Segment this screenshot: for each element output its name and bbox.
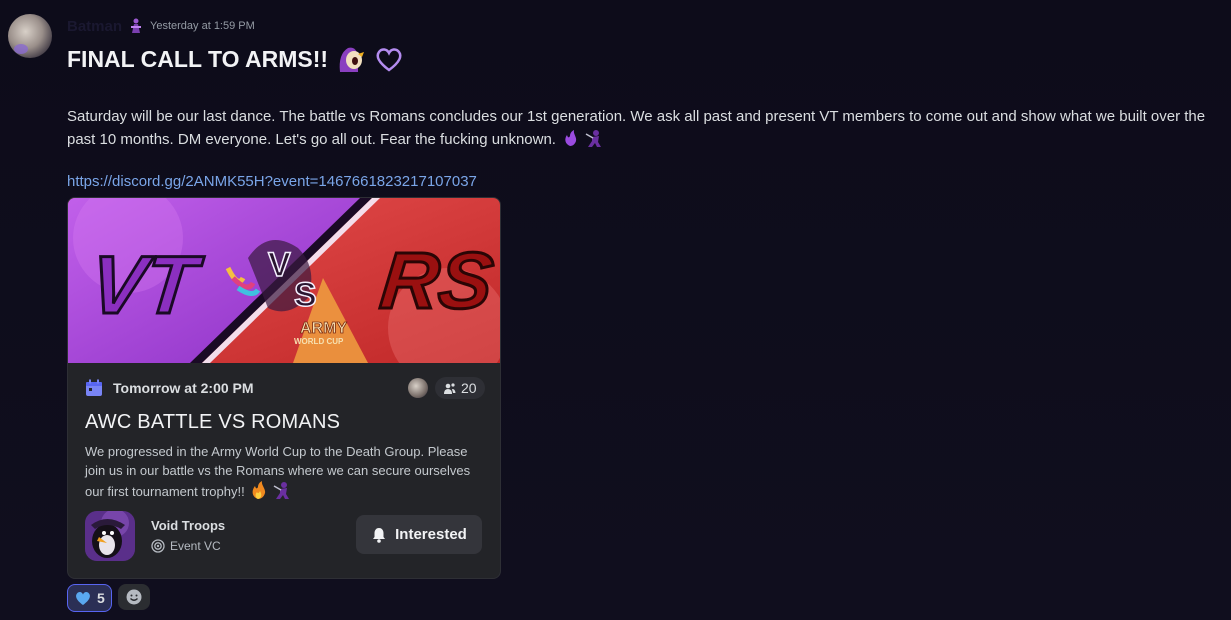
message-title-text: FINAL CALL TO ARMS!! [67, 45, 329, 72]
bell-icon [373, 527, 386, 543]
people-icon [444, 382, 456, 394]
server-icon[interactable] [85, 511, 135, 561]
banner-right-team: RS [377, 235, 498, 325]
purple-ninja-icon [273, 482, 289, 499]
calendar-icon [86, 379, 102, 396]
event-channel[interactable]: Event VC [151, 539, 221, 553]
event-title[interactable]: AWC BATTLE VS ROMANS [85, 411, 340, 434]
banner-world-cup-text: WORLD CUP [294, 337, 344, 346]
role-icon [131, 18, 142, 33]
add-reaction-smile-icon [126, 589, 142, 605]
fire-icon [252, 481, 266, 499]
author-name[interactable]: Batman [67, 18, 122, 35]
purple-ninja-icon [585, 130, 602, 147]
banner-vs-v: V [268, 246, 291, 284]
message-timestamp: Yesterday at 1:59 PM [150, 20, 255, 32]
purple-heart-icon [376, 48, 402, 72]
server-icon-image [85, 511, 135, 561]
reactions-bar: 5 [67, 584, 150, 612]
event-creator-avatar[interactable] [408, 378, 428, 398]
interested-button-label: Interested [395, 526, 467, 543]
event-description: We progressed in the Army World Cup to t… [85, 442, 485, 501]
event-channel-name: Event VC [170, 539, 221, 553]
purple-flame-icon [565, 130, 577, 146]
screaming-penguin-emoji-icon [339, 47, 365, 72]
stage-channel-icon [151, 539, 165, 553]
message-header: Batman Yesterday at 1:59 PM [67, 16, 255, 36]
reaction-count: 5 [97, 590, 105, 606]
message-title: FINAL CALL TO ARMS!! [67, 44, 404, 74]
reaction-blue-heart[interactable]: 5 [67, 584, 112, 612]
event-banner[interactable]: VT V S RS ARMY WORLD CUP [68, 198, 500, 363]
message-body: Saturday will be our last dance. The bat… [67, 106, 1227, 151]
interested-count: 20 [461, 380, 477, 396]
interested-button[interactable]: Interested [356, 515, 482, 554]
event-banner-image: VT V S RS ARMY WORLD CUP [68, 198, 500, 363]
blue-heart-icon [76, 592, 90, 605]
banner-vs-s: S [294, 276, 317, 314]
event-time: Tomorrow at 2:00 PM [85, 379, 254, 397]
event-card[interactable]: VT V S RS ARMY WORLD CUP Tomorrow at 2:0… [67, 197, 501, 579]
event-invite-link[interactable]: https://discord.gg/2ANMK55H?event=146766… [67, 173, 477, 190]
message-body-text: Saturday will be our last dance. The bat… [67, 108, 1206, 148]
discord-message-view: Batman Yesterday at 1:59 PM FINAL CALL T… [0, 0, 1231, 620]
event-time-text: Tomorrow at 2:00 PM [113, 380, 254, 396]
server-name[interactable]: Void Troops [151, 518, 225, 533]
banner-army-text: ARMY [300, 320, 347, 337]
interested-count-badge[interactable]: 20 [435, 377, 485, 399]
author-avatar[interactable] [8, 14, 52, 58]
add-reaction-button[interactable] [117, 584, 150, 610]
banner-left-team: VT [86, 240, 206, 331]
